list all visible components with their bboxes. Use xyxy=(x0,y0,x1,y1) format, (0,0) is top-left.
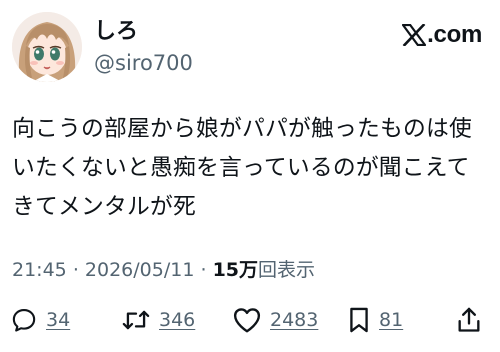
meta-separator: · xyxy=(200,259,207,281)
action-bar: 34 346 2483 81 xyxy=(0,300,500,340)
share-button[interactable] xyxy=(456,300,482,340)
retweet-button[interactable]: 346 xyxy=(121,300,195,340)
bookmark-icon xyxy=(350,307,368,333)
tweet-time[interactable]: 21:45 xyxy=(12,259,67,281)
views-label: 回表示 xyxy=(258,259,316,281)
avatar[interactable] xyxy=(12,12,82,82)
user-handle[interactable]: @siro700 xyxy=(94,50,193,76)
retweet-count: 346 xyxy=(159,309,196,331)
display-name[interactable]: しろ xyxy=(94,18,138,46)
tweet-meta: 21:45 · 2026/05/11 · 15万回表示 xyxy=(12,257,315,283)
reply-bubble-icon xyxy=(12,309,36,332)
like-button[interactable]: 2483 xyxy=(232,300,318,340)
reply-button[interactable]: 34 xyxy=(10,300,70,340)
brand-logo: .com xyxy=(402,20,482,50)
meta-separator: · xyxy=(72,259,79,281)
tweet-text: 向こうの部屋から娘がパパが触ったものは使いたくないと愚痴を言っているのが聞こえて… xyxy=(12,116,472,220)
like-count: 2483 xyxy=(270,309,319,331)
share-icon xyxy=(458,307,480,332)
heart-icon xyxy=(233,308,261,333)
anime-girl-avatar-image xyxy=(12,12,82,82)
bookmark-button[interactable]: 81 xyxy=(347,300,403,340)
tweet-date[interactable]: 2026/05/11 xyxy=(85,259,195,281)
x-logo-icon xyxy=(402,24,427,46)
views-count: 15万 xyxy=(212,259,259,281)
bookmark-count: 81 xyxy=(379,309,404,331)
reply-count: 34 xyxy=(46,309,71,331)
brand-text: .com xyxy=(427,21,482,48)
retweet-icon xyxy=(122,310,150,330)
